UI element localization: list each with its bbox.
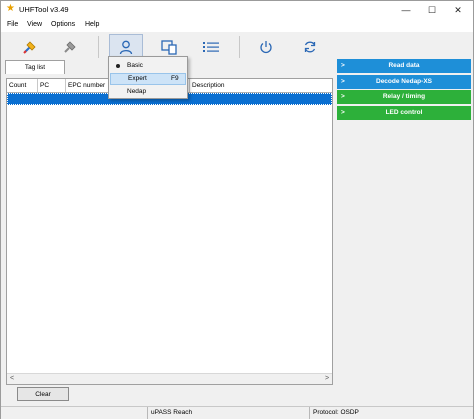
- status-protocol: Protocol: OSDP: [309, 407, 473, 419]
- maximize-button[interactable]: ☐: [419, 3, 445, 17]
- app-window: ★ UHFTool v3.49 — ☐ ✕ File View Options …: [0, 0, 474, 419]
- dropdown-item-shortcut: F9: [171, 75, 179, 82]
- toolbar-separator: [239, 36, 240, 58]
- refresh-icon: [304, 41, 316, 53]
- connect-button[interactable]: [13, 34, 47, 60]
- menu-bar: File View Options Help: [1, 19, 473, 32]
- disconnect-icon: [64, 41, 76, 53]
- read-data-label: Read data: [388, 62, 420, 69]
- refresh-button[interactable]: [293, 34, 327, 60]
- disconnect-button[interactable]: [53, 34, 87, 60]
- list-icon: [203, 42, 219, 52]
- dropdown-item-basic[interactable]: Basic: [110, 60, 186, 72]
- connect-icon: [23, 41, 36, 54]
- clear-button[interactable]: Clear: [17, 387, 69, 401]
- decode-nedap-button[interactable]: > Decode Nedap-XS: [337, 74, 471, 89]
- dropdown-item-nedap[interactable]: Nedap: [110, 86, 186, 98]
- read-data-button[interactable]: > Read data: [337, 59, 471, 73]
- relay-timing-label: Relay / timing: [382, 93, 426, 100]
- column-pc[interactable]: PC: [38, 79, 66, 92]
- devices-icon: [161, 40, 177, 55]
- power-icon: [260, 41, 272, 54]
- title-bar: ★ UHFTool v3.49 — ☐ ✕: [1, 1, 473, 19]
- power-button[interactable]: [249, 34, 283, 60]
- column-description[interactable]: Description: [190, 79, 332, 92]
- window-title: UHFTool v3.49: [19, 5, 69, 14]
- toolbar: [1, 32, 473, 61]
- column-count[interactable]: Count: [7, 79, 38, 92]
- action-panel: > Read data > Decode Nedap-XS > Relay / …: [337, 59, 471, 121]
- dropdown-item-label: Basic: [127, 62, 143, 69]
- tag-table: Count PC EPC number Description < >: [6, 78, 333, 385]
- led-control-label: LED control: [385, 108, 423, 116]
- relay-timing-button[interactable]: > Relay / timing: [337, 90, 471, 104]
- status-device: uPASS Reach: [147, 407, 309, 419]
- app-star-icon: ★: [6, 3, 15, 14]
- user-icon: [119, 40, 133, 55]
- close-button[interactable]: ✕: [445, 3, 471, 17]
- scroll-right-arrow[interactable]: >: [322, 374, 332, 384]
- dropdown-item-expert[interactable]: Expert F9: [110, 73, 186, 85]
- selected-bullet-icon: [116, 64, 120, 68]
- user-mode-dropdown: Basic Expert F9 Nedap: [108, 56, 188, 99]
- dropdown-item-label: Expert: [128, 75, 147, 82]
- decode-nedap-label: Decode Nedap-XS: [376, 77, 432, 85]
- scroll-left-arrow[interactable]: <: [7, 374, 17, 384]
- list-view-button[interactable]: [194, 34, 228, 60]
- status-bar: uPASS Reach Protocol: OSDP: [1, 406, 473, 419]
- toolbar-separator: [98, 36, 99, 58]
- dropdown-item-label: Nedap: [127, 88, 147, 95]
- menu-help[interactable]: Help: [85, 21, 99, 28]
- menu-file[interactable]: File: [7, 21, 18, 28]
- tab-tag-list[interactable]: Tag list: [5, 60, 65, 74]
- minimize-button[interactable]: —: [393, 3, 419, 17]
- menu-view[interactable]: View: [27, 21, 42, 28]
- led-control-button[interactable]: > LED control: [337, 105, 471, 120]
- menu-options[interactable]: Options: [51, 21, 75, 28]
- horizontal-scrollbar[interactable]: < >: [7, 373, 332, 384]
